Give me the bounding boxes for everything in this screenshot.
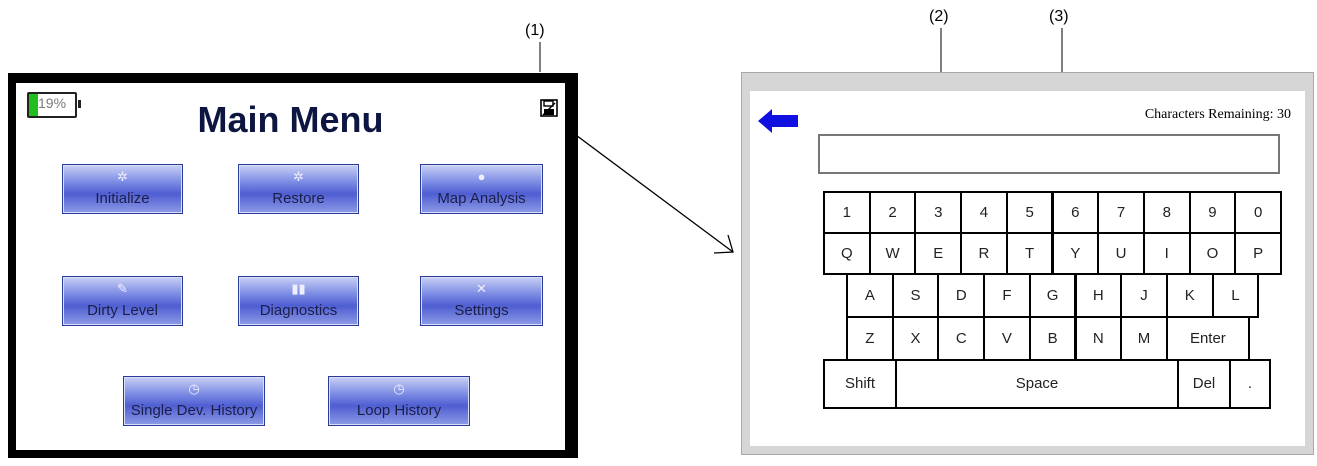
stopwatch-icon: ◷: [188, 381, 200, 396]
key-d[interactable]: D: [937, 273, 986, 318]
keyboard-screen: Characters Remaining: 30 1234567890 QWERT…: [741, 72, 1314, 455]
save-disk-icon[interactable]: [540, 99, 558, 117]
loop-history-button[interactable]: ◷ Loop History: [328, 376, 470, 426]
single-dev-history-button[interactable]: ◷ Single Dev. History: [123, 376, 265, 426]
key-1[interactable]: 1: [823, 191, 871, 234]
keyboard-panel: Characters Remaining: 30 1234567890 QWERT…: [750, 91, 1305, 446]
key-p[interactable]: P: [1234, 232, 1282, 275]
map-analysis-button[interactable]: ● Map Analysis: [420, 164, 543, 214]
key-v[interactable]: V: [983, 316, 1031, 361]
back-arrow-icon[interactable]: [758, 109, 798, 133]
main-menu-screen: 19% Main Menu ✲ Initialize ✲ Restore ● M…: [16, 83, 565, 450]
key-m[interactable]: M: [1120, 316, 1168, 361]
initialize-button[interactable]: ✲ Initialize: [62, 164, 183, 214]
settings-button[interactable]: ✕ Settings: [420, 276, 543, 326]
tools-icon: ✕: [476, 281, 487, 296]
key-o[interactable]: O: [1188, 232, 1237, 275]
key-r[interactable]: R: [960, 232, 1008, 275]
key-u[interactable]: U: [1097, 232, 1145, 275]
key-b[interactable]: B: [1028, 316, 1077, 361]
key-shift[interactable]: Shift: [823, 359, 897, 409]
key-g[interactable]: G: [1028, 273, 1077, 318]
page-title: Main Menu: [197, 99, 384, 140]
key-l[interactable]: L: [1211, 273, 1260, 318]
key-k[interactable]: K: [1165, 273, 1214, 318]
key-enter[interactable]: Enter: [1165, 316, 1250, 361]
key-h[interactable]: H: [1074, 273, 1123, 318]
key-del[interactable]: Del: [1177, 359, 1231, 409]
restore-button[interactable]: ✲ Restore: [238, 164, 359, 214]
key-0[interactable]: 0: [1234, 191, 1282, 234]
key-5[interactable]: 5: [1005, 191, 1054, 234]
diagnostics-icon: ▮▮: [291, 281, 306, 296]
diagnostics-button[interactable]: ▮▮ Diagnostics: [238, 276, 359, 326]
key-4[interactable]: 4: [960, 191, 1008, 234]
gear-icon: ✲: [117, 169, 128, 184]
text-entry-field[interactable]: [818, 134, 1280, 174]
key-s[interactable]: S: [891, 273, 940, 318]
key-q[interactable]: Q: [823, 232, 871, 275]
key-8[interactable]: 8: [1142, 191, 1191, 234]
key-6[interactable]: 6: [1051, 191, 1100, 234]
key-2[interactable]: 2: [868, 191, 917, 234]
map-icon: ●: [477, 169, 486, 184]
key-space[interactable]: Space: [895, 359, 1179, 409]
key-w[interactable]: W: [868, 232, 917, 275]
key-t[interactable]: T: [1005, 232, 1054, 275]
key-n[interactable]: N: [1074, 316, 1123, 361]
key-x[interactable]: X: [891, 316, 940, 361]
key-j[interactable]: J: [1120, 273, 1168, 318]
key-9[interactable]: 9: [1188, 191, 1237, 234]
key-period[interactable]: .: [1229, 359, 1271, 409]
key-y[interactable]: Y: [1051, 232, 1100, 275]
broom-icon: ✎: [117, 281, 128, 296]
key-3[interactable]: 3: [914, 191, 963, 234]
key-i[interactable]: I: [1142, 232, 1191, 275]
stopwatch-icon: ◷: [393, 381, 405, 396]
dirty-level-button[interactable]: ✎ Dirty Level: [62, 276, 183, 326]
key-f[interactable]: F: [983, 273, 1031, 318]
characters-remaining: Characters Remaining: 30: [1144, 107, 1291, 122]
device-frame: 19% Main Menu ✲ Initialize ✲ Restore ● M…: [8, 73, 578, 458]
key-7[interactable]: 7: [1097, 191, 1145, 234]
restore-icon: ✲: [293, 169, 304, 184]
key-z[interactable]: Z: [846, 316, 894, 361]
key-a[interactable]: A: [846, 273, 894, 318]
key-e[interactable]: E: [914, 232, 963, 275]
key-c[interactable]: C: [937, 316, 986, 361]
